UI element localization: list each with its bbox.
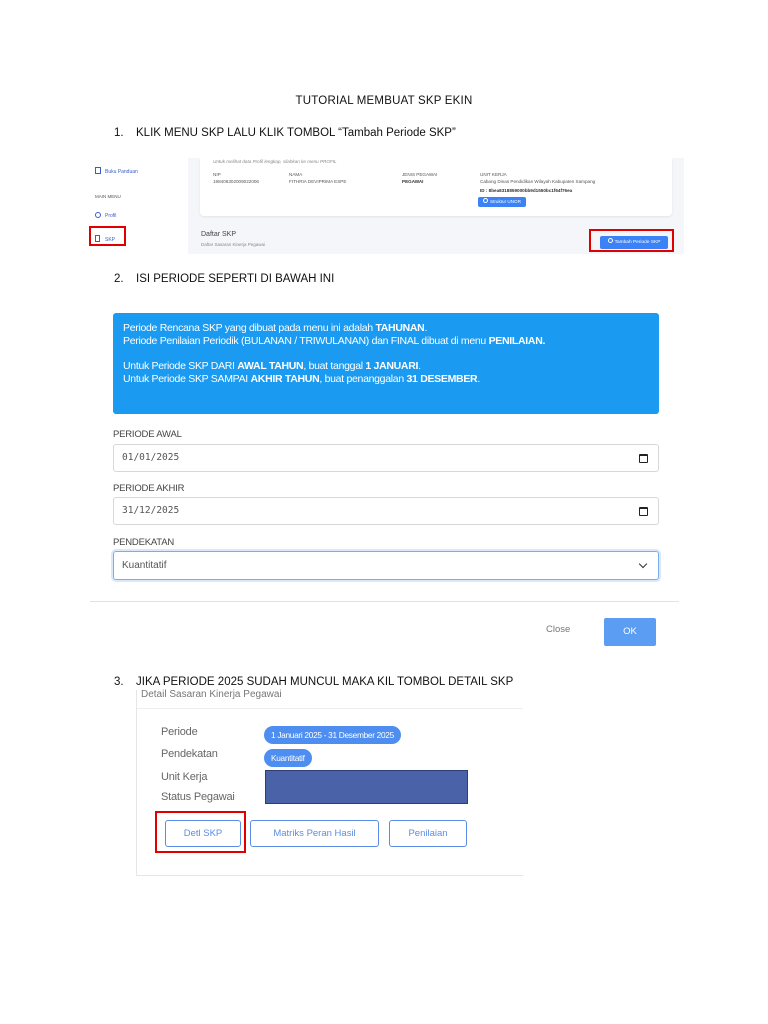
unit-label: UNIT KERJA (480, 172, 507, 177)
info-line-1: Periode Rencana SKP yang dibuat pada men… (123, 322, 649, 335)
periode-awal-value: 01/01/2025 (122, 452, 180, 463)
nip-value: 198406302009022006 (213, 179, 259, 184)
info-line-1-segment: . (424, 322, 428, 334)
highlight-detail-skp (155, 811, 246, 853)
highlight-skp-menu (89, 226, 126, 246)
info-line-4-segment: AKHIR TAHUN (250, 373, 320, 385)
redacted-block (265, 770, 468, 804)
step-text: ISI PERIODE SEPERTI DI BAWAH INI (136, 273, 335, 285)
daftar-skp-subtitle: Daftar Sasaran Kinerja Pegawai (201, 242, 266, 247)
section-title-partial: Detail Sasaran Kinerja Pegawai (141, 689, 282, 700)
daftar-skp-title: Daftar SKP (201, 231, 237, 238)
sidebar-item-buku-panduan[interactable]: Buku Panduan (95, 167, 138, 175)
penilaian-button[interactable]: Penilaian (389, 820, 467, 847)
step-text: JIKA PERIODE 2025 SUDAH MUNCUL MAKA KIL … (136, 676, 514, 688)
user-icon (95, 212, 101, 218)
close-button[interactable]: Close (546, 624, 570, 635)
info-line-2: Periode Penilaian Periodik (BULANAN / TR… (123, 335, 649, 348)
book-icon (95, 167, 101, 174)
info-line-3-segment: 1 JANUARI (365, 360, 419, 372)
profile-hint: Untuk melihat data Profil lengkap, silah… (213, 159, 337, 164)
info-line-2-segment: Periode Penilaian Periodik (BULANAN / TR… (123, 335, 489, 347)
step-number: 3. (114, 676, 124, 688)
periode-akhir-input[interactable]: 31/12/2025 (113, 497, 659, 525)
unit-id: ID : 8bea8318859000bb9d1550bc1f64f76ea (480, 188, 573, 193)
info-line-4-segment: . (477, 373, 480, 385)
periode-awal-input[interactable]: 01/01/2025 (113, 444, 659, 472)
unit-value: Cabang Dinas Pendidikan Wilayah Kabupate… (480, 179, 596, 184)
search-icon (483, 198, 489, 203)
info-line-1-segment: TAHUNAN (375, 322, 425, 334)
info-line-4-segment: 31 DESEMBER (406, 373, 478, 385)
pendekatan-value: Kuantitatif (122, 560, 167, 571)
periode-awal-label: PERIODE AWAL (113, 429, 182, 440)
nama-value: FITHRIA DEVIPRIMA ESPE (289, 179, 347, 184)
pendekatan-badge: Kuantitatif (264, 749, 312, 767)
jenis-label: JENIS PEGAWAI (402, 172, 438, 177)
document-title: TUTORIAL MEMBUAT SKP EKIN (295, 95, 473, 107)
periode-badge: 1 Januari 2025 - 31 Desember 2025 (264, 726, 401, 744)
status-pegawai-label: Status Pegawai (161, 791, 235, 803)
pendekatan-select[interactable]: Kuantitatif (113, 551, 659, 580)
section-divider (137, 708, 523, 709)
struktur-unor-button[interactable]: Struktur UNOR (478, 197, 526, 207)
unit-kerja-label: Unit Kerja (161, 771, 208, 783)
info-line-4-segment: , buat penanggalan (319, 373, 407, 385)
pendekatan-label: PENDEKATAN (113, 537, 174, 548)
sidebar-section-label: MAIN MENU (95, 194, 121, 199)
step-2: 2. ISI PERIODE SEPERTI DI BAWAH INI (114, 273, 334, 285)
step-3: 3. JIKA PERIODE 2025 SUDAH MUNCUL MAKA KI… (114, 676, 513, 688)
nip-label: NIP (213, 172, 221, 177)
info-line-3-segment: AWAL TAHUN (237, 360, 304, 372)
info-line-3-segment: . (418, 360, 421, 372)
sidebar-item-profil[interactable]: Profil (95, 212, 116, 219)
modal-divider (90, 601, 679, 602)
info-line-3-segment: , buat tanggal (303, 360, 366, 372)
calendar-icon[interactable] (639, 507, 648, 516)
highlight-tambah-button (589, 229, 674, 252)
info-line-4: Untuk Periode SKP SAMPAI AKHIR TAHUN, bu… (123, 373, 649, 386)
info-line-2-segment: PENILAIAN. (488, 335, 546, 347)
info-line-1-segment: Periode Rencana SKP yang dibuat pada men… (123, 322, 376, 334)
periode-akhir-label: PERIODE AKHIR (113, 483, 185, 494)
nama-label: NAMA (289, 172, 303, 177)
calendar-icon[interactable] (639, 454, 648, 463)
info-line-3: Untuk Periode SKP DARI AWAL TAHUN, buat … (123, 360, 649, 373)
periode-akhir-value: 31/12/2025 (122, 505, 180, 516)
info-line-3-segment: Untuk Periode SKP DARI (123, 360, 238, 372)
pendekatan-label: Pendekatan (161, 748, 218, 760)
step-1: 1. KLIK MENU SKP LALU KLIK TOMBOL “Tambah… (114, 127, 456, 139)
info-line-4-segment: Untuk Periode SKP SAMPAI (123, 373, 251, 385)
jenis-value: PEGAWAI (402, 179, 424, 184)
matriks-peran-hasil-button[interactable]: Matriks Peran Hasil (250, 820, 379, 847)
step-number: 1. (114, 127, 124, 139)
profile-card: Untuk melihat data Profil lengkap, silah… (200, 158, 672, 216)
ok-button[interactable]: OK (604, 618, 656, 646)
info-alert: Periode Rencana SKP yang dibuat pada men… (113, 313, 659, 414)
chevron-down-icon (638, 559, 648, 569)
step-number: 2. (114, 273, 124, 285)
step-text: KLIK MENU SKP LALU KLIK TOMBOL “Tambah P… (136, 127, 456, 139)
periode-label: Periode (161, 726, 198, 738)
